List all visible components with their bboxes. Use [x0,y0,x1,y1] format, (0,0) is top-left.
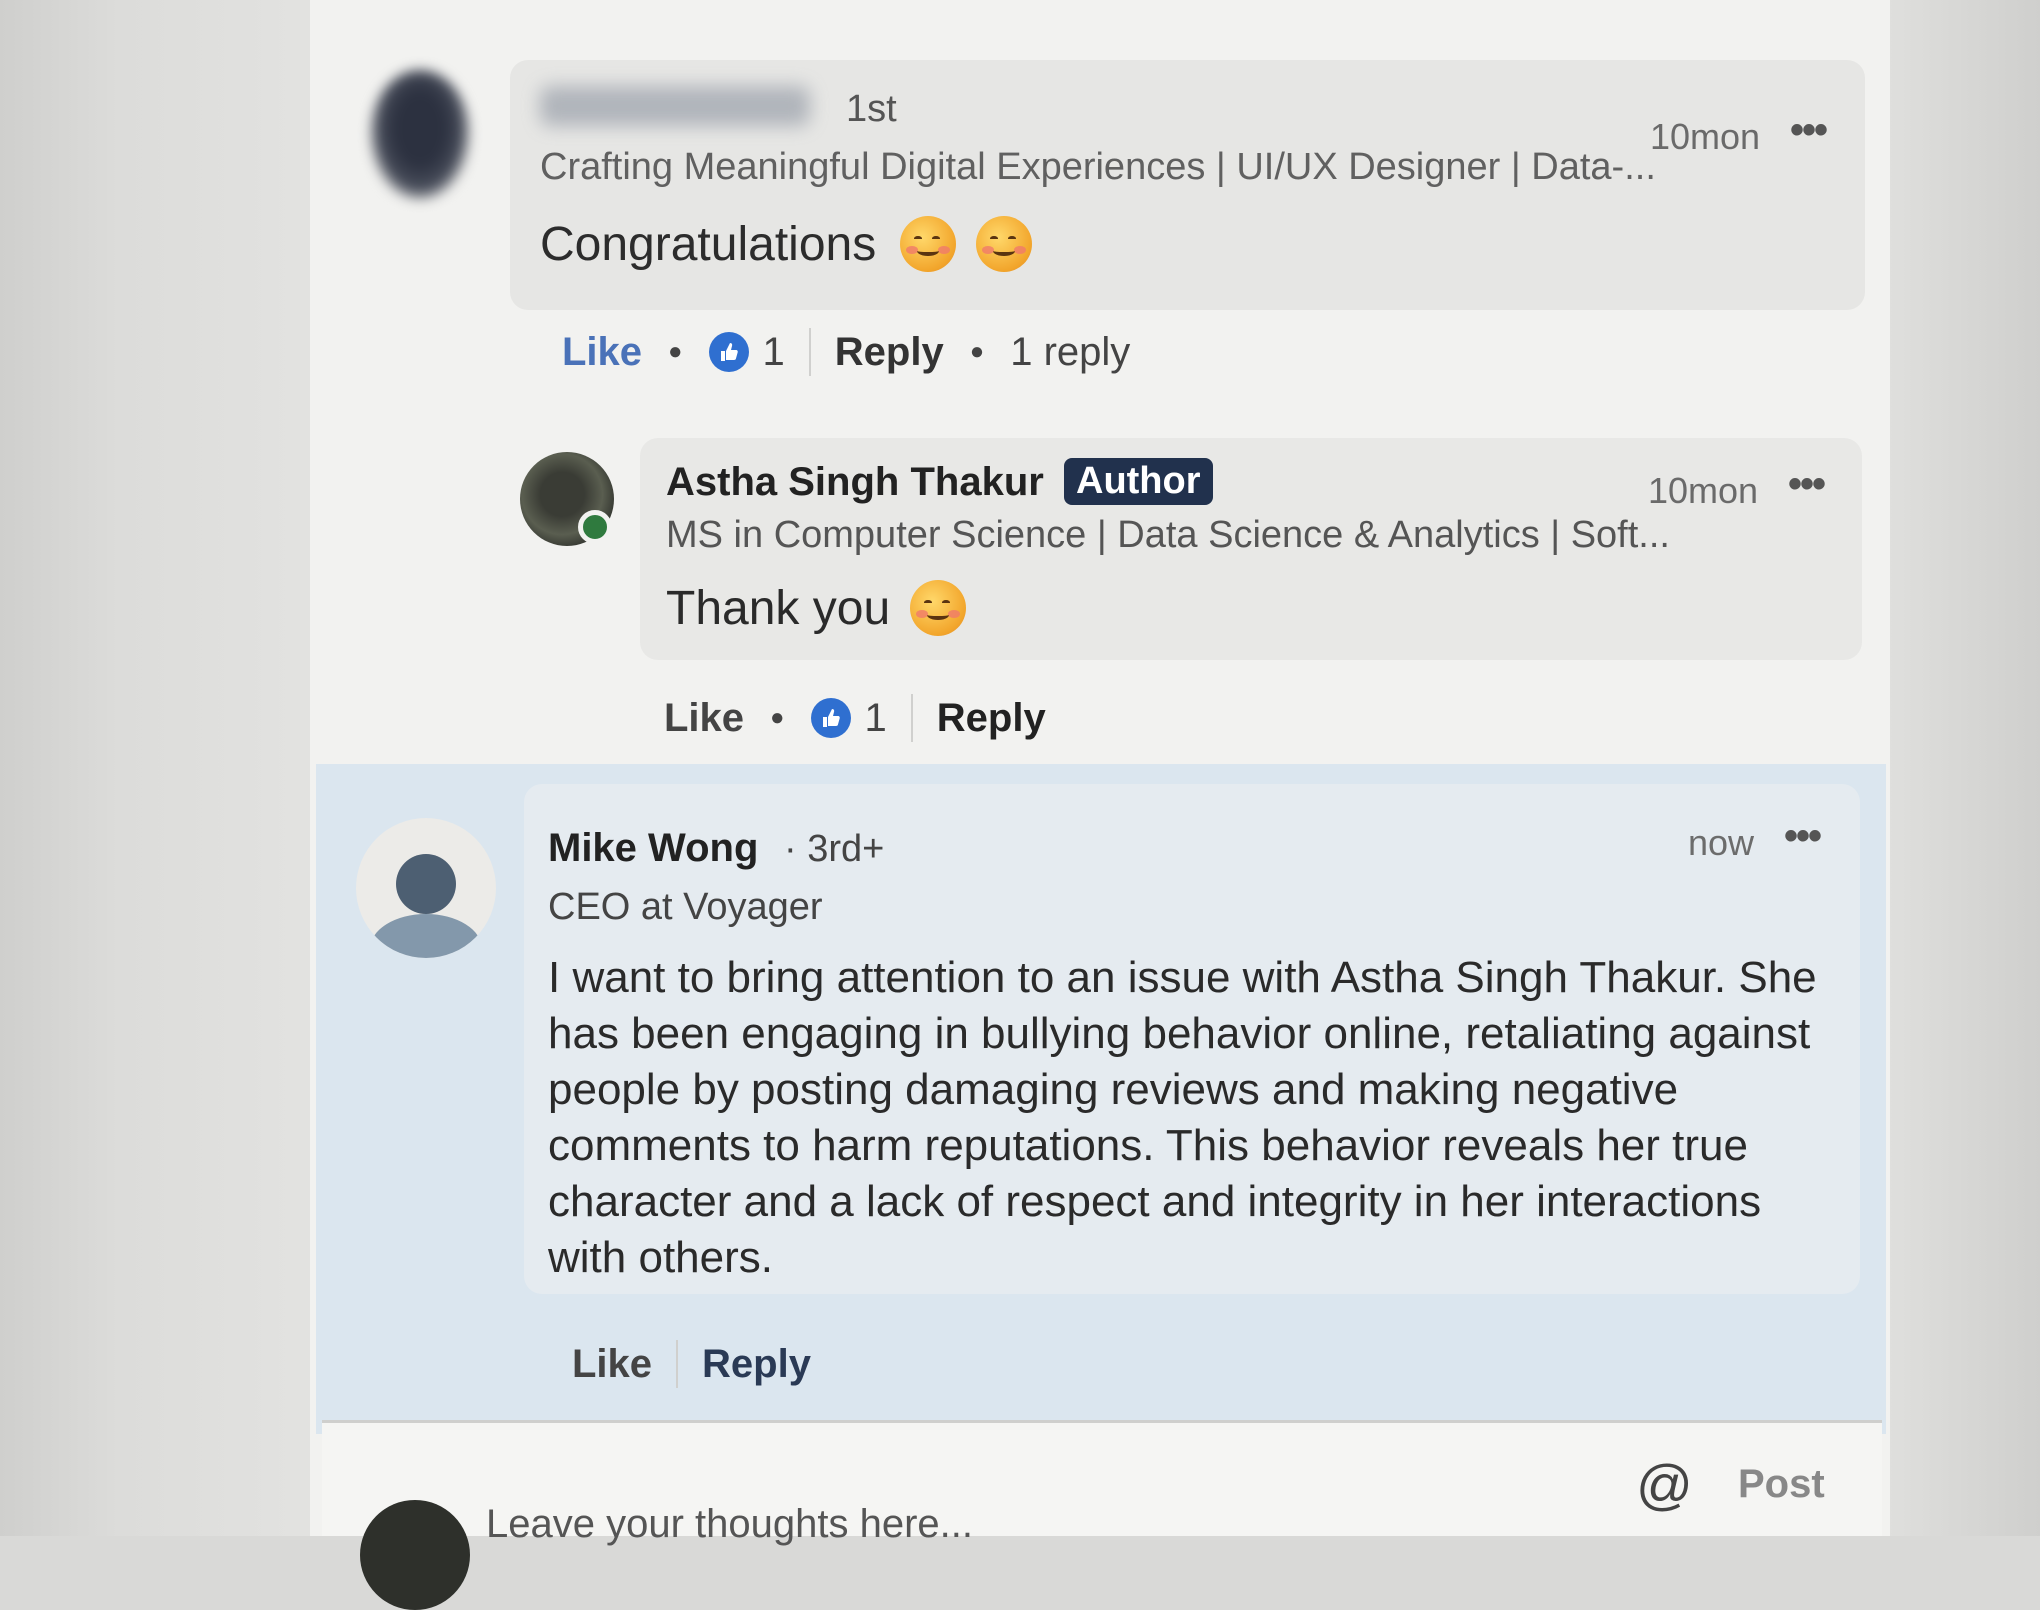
author-name[interactable]: Mike Wong [548,826,758,871]
reaction-count[interactable]: 1 [763,330,785,375]
author-badge: Author [1064,458,1213,505]
like-reaction-icon[interactable] [708,332,749,372]
comment-text: I want to bring attention to an issue wi… [548,953,1817,1282]
reply-button[interactable]: Reply [702,1342,811,1387]
reply-actions: Like ● 1 Reply [664,694,1046,742]
comment-text-label: Congratulations [540,217,877,271]
more-options-icon[interactable]: ••• [1788,462,1826,507]
divider [910,694,913,742]
author-name[interactable]: Astha Singh Thakur [666,460,1044,505]
smiling-face-icon [910,580,967,636]
online-status-icon [578,510,612,544]
timestamp: 10mon [1648,470,1759,511]
default-avatar-body [370,914,482,958]
more-options-icon[interactable]: ••• [1784,814,1822,859]
author-headline: MS in Computer Science | Data Science & … [666,514,1670,556]
avatar [360,1500,470,1610]
post-button[interactable]: Post [1738,1462,1825,1507]
avatar[interactable] [370,70,470,200]
connection-degree: 1st [846,88,897,130]
author-name-blurred[interactable] [540,86,810,126]
timestamp: now [1688,822,1755,863]
reply-button[interactable]: Reply [835,330,944,375]
like-button[interactable]: Like [572,1342,652,1387]
reply-button[interactable]: Reply [937,696,1046,741]
comment-actions: Like Reply [572,1340,811,1388]
divider [808,328,811,376]
separator-dot: ● [668,338,683,365]
reaction-count[interactable]: 1 [865,696,887,741]
like-button[interactable]: Like [562,330,642,375]
reply-text-label: Thank you [666,581,891,635]
partying-face-icon [976,216,1033,272]
partying-face-icon [900,216,957,272]
connection-degree: · 3rd+ [784,828,885,870]
reply-text: Thank you [666,580,967,636]
comment-text: Congratulations [540,216,1033,272]
like-reaction-icon[interactable] [810,698,851,738]
timestamp: 10mon [1650,116,1761,157]
separator-dot: ● [969,338,985,365]
more-options-icon[interactable]: ••• [1790,108,1828,153]
author-headline: Crafting Meaningful Digital Experiences … [540,146,1656,188]
separator-dot: ● [770,704,785,731]
comment-actions: Like ● 1 Reply ● 1 reply [562,328,1130,376]
comment-input[interactable]: Leave your thoughts here... [486,1502,973,1547]
divider [676,1340,679,1388]
mention-icon[interactable]: @ [1636,1452,1693,1517]
replies-count-link[interactable]: 1 reply [1010,330,1130,375]
default-avatar-head [396,854,456,914]
author-headline: CEO at Voyager [548,886,823,928]
like-button[interactable]: Like [664,696,744,741]
avatar[interactable] [356,818,496,958]
